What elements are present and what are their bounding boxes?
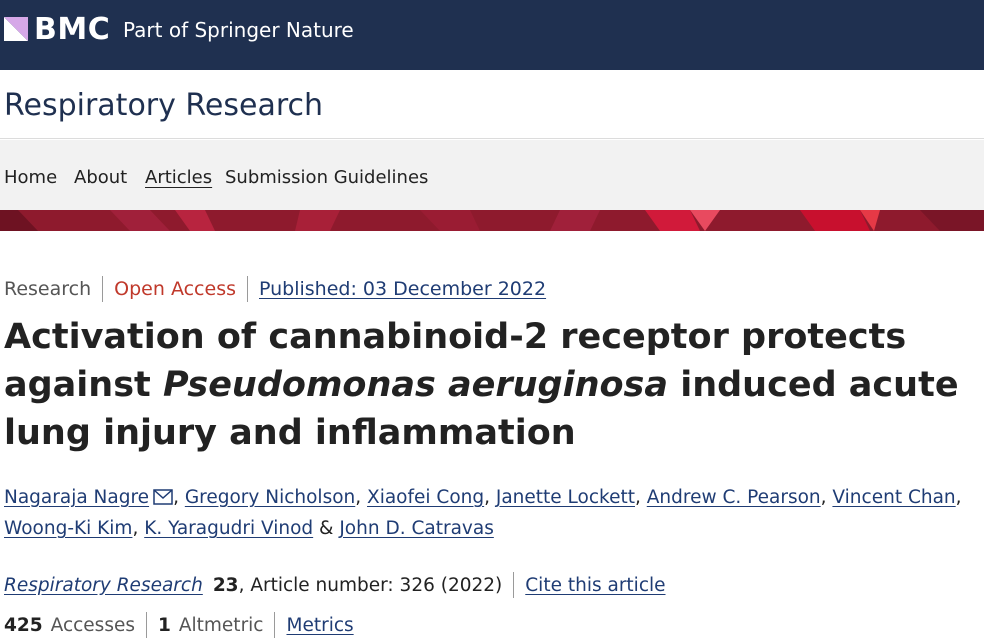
nav-home[interactable]: Home: [4, 167, 57, 188]
mail-icon[interactable]: [153, 489, 173, 505]
author-separator: ,: [820, 487, 833, 508]
author-link[interactable]: Vincent Chan: [832, 487, 955, 508]
open-access-badge: Open Access: [114, 278, 236, 300]
meta-divider: [247, 276, 248, 302]
author-link[interactable]: Xiaofei Cong: [367, 487, 484, 508]
journal-nav: Home About Articles Submission Guideline…: [0, 140, 984, 210]
metrics-row: 425 Accesses 1 Altmetric Metrics: [4, 612, 354, 638]
author-separator: ,: [132, 518, 145, 539]
article-type: Research: [4, 278, 92, 300]
published-date-link[interactable]: Published: 03 December 2022: [259, 278, 546, 300]
metrics-link[interactable]: Metrics: [286, 615, 353, 636]
bmc-logo-icon[interactable]: [4, 17, 28, 41]
author-link[interactable]: Andrew C. Pearson: [647, 487, 821, 508]
journal-header: Respiratory Research: [0, 70, 984, 139]
accesses-count: 425: [4, 614, 43, 636]
springer-nature-label[interactable]: Part of Springer Nature: [123, 18, 354, 42]
meta-divider: [102, 276, 104, 302]
author-separator: ,: [355, 487, 368, 508]
author-separator: &: [313, 518, 340, 539]
author-separator: ,: [955, 487, 962, 508]
author-separator: ,: [173, 487, 185, 508]
decorative-banner: [0, 210, 984, 231]
author-link[interactable]: Nagaraja Nagre: [4, 487, 149, 508]
author-link[interactable]: Woong-Ki Kim: [4, 518, 132, 539]
nav-submission-guidelines[interactable]: Submission Guidelines: [225, 167, 428, 188]
author-link[interactable]: K. Yaragudri Vinod: [144, 518, 313, 539]
author-list: Nagaraja Nagre, Gregory Nicholson, Xiaof…: [4, 482, 980, 544]
accesses-label: Accesses: [50, 614, 135, 636]
meta-divider: [513, 572, 515, 598]
altmetric-count: 1: [157, 614, 171, 636]
author-separator: ,: [634, 487, 647, 508]
author-link[interactable]: Janette Lockett: [496, 487, 635, 508]
article-number: , Article number: 326 (2022): [238, 574, 503, 596]
author-link[interactable]: John D. Catravas: [339, 518, 494, 539]
cite-article-link[interactable]: Cite this article: [525, 575, 665, 596]
banner-pattern: [0, 210, 984, 231]
title-species: Pseudomonas aeruginosa: [162, 365, 669, 405]
citation-row: Respiratory Research 23 , Article number…: [4, 572, 666, 598]
author-link[interactable]: Gregory Nicholson: [185, 487, 355, 508]
altmetric-label: Altmetric: [178, 614, 264, 636]
site-header: BMC Part of Springer Nature: [0, 0, 984, 70]
article-meta: Research Open Access Published: 03 Decem…: [4, 276, 546, 302]
volume-number: 23: [212, 574, 239, 596]
nav-articles[interactable]: Articles: [145, 167, 212, 188]
nav-about[interactable]: About: [74, 167, 127, 188]
meta-divider: [145, 612, 147, 638]
author-separator: ,: [484, 487, 496, 508]
bmc-logo-text[interactable]: BMC: [34, 12, 110, 47]
article-title: Activation of cannabinoid-2 receptor pro…: [4, 313, 980, 457]
journal-link[interactable]: Respiratory Research: [4, 575, 203, 596]
journal-title[interactable]: Respiratory Research: [4, 88, 323, 123]
meta-divider: [274, 612, 276, 638]
